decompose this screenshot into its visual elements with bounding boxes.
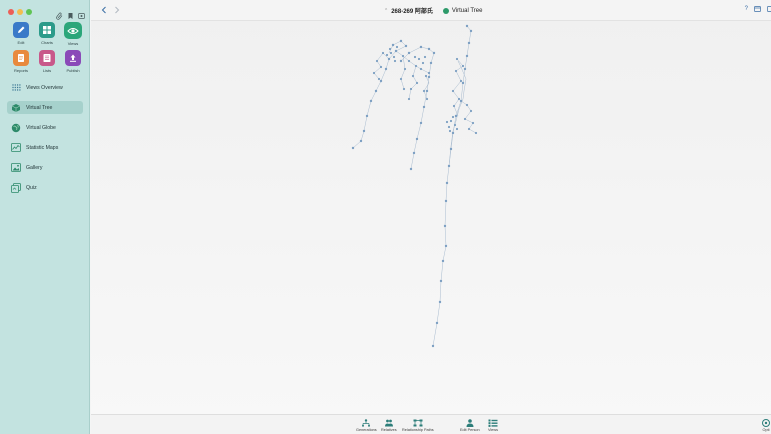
generations-button[interactable]: Generations bbox=[356, 418, 377, 432]
sidebar-item-virtual-tree[interactable]: Virtual Tree bbox=[7, 101, 83, 114]
sidebar-item-views-overview[interactable]: Views Overview bbox=[7, 81, 83, 94]
relatives-button[interactable]: Relatives bbox=[381, 418, 397, 432]
views-label: Views bbox=[67, 41, 79, 46]
views-icon bbox=[488, 418, 498, 427]
edit-label: Edit bbox=[17, 40, 25, 45]
relationship-paths-label: Relationship Paths bbox=[402, 428, 434, 432]
toolbar: ⌃ 268-269 阿部氏 Virtual Tree ? bbox=[91, 0, 771, 21]
minimize-window-button[interactable] bbox=[17, 9, 23, 15]
sidebar-item-label: Gallery bbox=[26, 164, 43, 171]
views-button[interactable]: Views bbox=[61, 22, 85, 46]
edit-person-icon bbox=[465, 418, 475, 427]
cube-icon bbox=[11, 103, 21, 113]
views-bottom-button[interactable]: Views bbox=[488, 418, 498, 432]
globe-icon bbox=[11, 123, 21, 133]
sidebar-item-label: Virtual Globe bbox=[26, 124, 56, 131]
reports-button[interactable]: Reports bbox=[9, 50, 33, 73]
edit-person-button[interactable]: Edit Person bbox=[460, 418, 480, 432]
upload-icon bbox=[65, 50, 81, 66]
lists-label: Lists bbox=[42, 68, 52, 73]
virtual-tree-graph[interactable] bbox=[91, 21, 771, 414]
maximize-window-button[interactable] bbox=[26, 9, 32, 15]
window-controls bbox=[8, 9, 32, 15]
generations-label: Generations bbox=[356, 428, 377, 432]
window-icon[interactable] bbox=[754, 6, 761, 14]
relatives-label: Relatives bbox=[381, 428, 397, 432]
charts-icon bbox=[39, 22, 55, 38]
options-button[interactable]: Opti bbox=[761, 418, 771, 432]
edit-button[interactable]: Edit bbox=[9, 22, 33, 46]
main-area: ⌃ 268-269 阿部氏 Virtual Tree ? Generations… bbox=[91, 0, 771, 434]
charts-label: Charts bbox=[41, 40, 53, 45]
generations-icon bbox=[361, 418, 371, 427]
sidebar: Edit Charts Views Reports Lists Publish … bbox=[0, 0, 90, 434]
forward-arrow-icon[interactable] bbox=[114, 6, 120, 16]
sidebar-item-label: Views Overview bbox=[26, 84, 63, 91]
sidebar-item-virtual-globe[interactable]: Virtual Globe bbox=[7, 121, 83, 134]
virtual-tree-canvas[interactable] bbox=[91, 21, 771, 414]
relationship-paths-icon bbox=[413, 418, 423, 427]
bookmark-icon[interactable] bbox=[67, 7, 74, 19]
quiz-icon bbox=[11, 182, 21, 193]
lists-button[interactable]: Lists bbox=[35, 50, 59, 73]
document-icon bbox=[13, 50, 29, 66]
map-icon bbox=[11, 143, 21, 153]
publish-label: Publish bbox=[66, 68, 80, 73]
sidebar-item-label: Virtual Tree bbox=[26, 104, 53, 111]
relatives-icon bbox=[384, 418, 394, 427]
help-icon[interactable]: ? bbox=[745, 6, 748, 14]
sidebar-item-quiz[interactable]: Quiz bbox=[7, 181, 83, 194]
sidebar-item-statistic-maps[interactable]: Statistic Maps bbox=[7, 141, 83, 154]
grid-dots-icon bbox=[11, 83, 21, 93]
edit-person-label: Edit Person bbox=[460, 428, 480, 432]
relationship-paths-button[interactable]: Relationship Paths bbox=[402, 418, 434, 432]
views-bottom-label: Views bbox=[488, 428, 499, 432]
sidebar-item-label: Quiz bbox=[26, 184, 37, 191]
back-arrow-icon[interactable] bbox=[101, 6, 107, 16]
charts-button[interactable]: Charts bbox=[35, 22, 59, 46]
reports-label: Reports bbox=[13, 68, 28, 73]
pin-icon: ⌃ bbox=[384, 7, 389, 14]
toolbar-right: ? bbox=[745, 6, 771, 14]
gallery-icon bbox=[11, 163, 21, 173]
attachment-icon[interactable] bbox=[56, 7, 63, 20]
sidebar-toggle-icon[interactable] bbox=[767, 6, 771, 14]
views-list: Views Overview Virtual Tree Virtual Glob… bbox=[7, 81, 83, 201]
publish-button[interactable]: Publish bbox=[61, 50, 85, 73]
sidebar-tools bbox=[56, 7, 85, 20]
options-label: Opti bbox=[762, 428, 770, 432]
bottom-toolbar: Generations Relatives Relationship Paths… bbox=[91, 414, 771, 434]
current-view-name: Virtual Tree bbox=[451, 7, 483, 14]
sidebar-item-label: Statistic Maps bbox=[26, 144, 59, 151]
window-title: ⌃ 268-269 阿部氏 Virtual Tree bbox=[384, 6, 482, 15]
sidebar-item-gallery[interactable]: Gallery bbox=[7, 161, 83, 174]
tags-icon[interactable] bbox=[78, 7, 85, 19]
pencil-icon bbox=[13, 22, 29, 38]
list-icon bbox=[39, 50, 55, 66]
close-window-button[interactable] bbox=[8, 9, 14, 15]
options-icon bbox=[761, 418, 771, 427]
database-name: 268-269 阿部氏 bbox=[391, 9, 433, 15]
module-buttons: Edit Charts Views Reports Lists Publish bbox=[9, 22, 83, 73]
view-indicator-icon bbox=[442, 7, 449, 14]
eye-icon bbox=[64, 22, 82, 39]
